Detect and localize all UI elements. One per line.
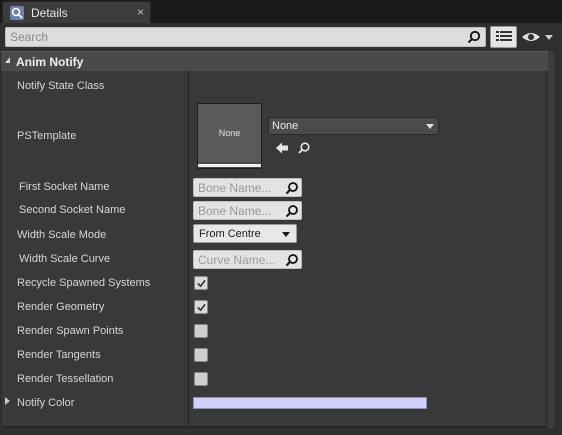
render-tangents-checkbox[interactable] xyxy=(194,348,208,362)
details-panel: Anim Notify Notify State Class PSTemplat… xyxy=(0,23,562,435)
details-tab-icon xyxy=(10,6,24,20)
render-tessellation-checkbox[interactable] xyxy=(194,372,208,386)
eye-icon[interactable] xyxy=(520,29,554,45)
search-icon[interactable] xyxy=(285,253,299,267)
column-divider[interactable] xyxy=(188,71,189,426)
collapse-arrow-icon[interactable] xyxy=(5,57,10,63)
second-socket-input[interactable] xyxy=(194,202,284,219)
second-socket-field[interactable] xyxy=(193,201,302,220)
checkmark-icon xyxy=(197,279,206,288)
search-icon[interactable] xyxy=(285,181,299,195)
search-icon[interactable] xyxy=(285,204,299,218)
category-title: Anim Notify xyxy=(16,55,84,69)
render-spawn-points-checkbox[interactable] xyxy=(194,324,208,338)
search-input[interactable] xyxy=(6,28,466,46)
first-socket-input[interactable] xyxy=(194,179,284,196)
search-icon[interactable] xyxy=(467,30,481,44)
tab-bar: Details × xyxy=(0,0,562,24)
list-view-icon xyxy=(496,31,512,41)
arrow-left-icon[interactable] xyxy=(275,141,289,155)
pstemplate-value: None xyxy=(272,120,299,132)
label-render-tangents: Render Tangents xyxy=(17,349,101,361)
label-pstemplate: PSTemplate xyxy=(17,130,77,142)
tab-details[interactable]: Details × xyxy=(2,1,151,23)
width-scale-mode-value: From Centre xyxy=(199,228,261,240)
label-width-scale-mode: Width Scale Mode xyxy=(17,229,107,241)
recycle-spawned-systems-checkbox[interactable] xyxy=(194,276,208,290)
bottom-border xyxy=(2,426,546,428)
label-render-geometry: Render Geometry xyxy=(17,301,105,313)
search-box[interactable] xyxy=(5,27,486,47)
width-scale-mode-combo[interactable]: From Centre xyxy=(193,224,297,243)
close-icon[interactable]: × xyxy=(137,5,144,19)
render-geometry-checkbox[interactable] xyxy=(194,300,208,314)
notify-color-swatch[interactable] xyxy=(193,397,427,409)
label-render-spawn-points: Render Spawn Points xyxy=(17,325,124,337)
label-render-tessellation: Render Tessellation xyxy=(17,373,114,385)
label-width-scale-curve: Width Scale Curve xyxy=(19,253,111,265)
category-header[interactable]: Anim Notify xyxy=(1,51,549,71)
scrollbar[interactable] xyxy=(548,51,554,428)
label-notify-state-class: Notify State Class xyxy=(17,80,105,92)
label-first-socket-name: First Socket Name xyxy=(19,181,110,193)
thumbnail-asset-bar xyxy=(198,164,261,167)
browse-search-icon[interactable] xyxy=(297,141,311,155)
chevron-down-icon xyxy=(282,232,290,237)
width-scale-curve-field[interactable] xyxy=(193,250,302,269)
pstemplate-thumbnail[interactable]: None xyxy=(197,103,262,169)
expand-arrow-icon[interactable] xyxy=(5,397,10,405)
label-second-socket-name: Second Socket Name xyxy=(19,204,126,216)
pstemplate-asset-combo[interactable]: None xyxy=(268,117,439,135)
tab-title: Details xyxy=(31,6,68,20)
thumbnail-label: None xyxy=(218,128,241,138)
thumbnail-preview: None xyxy=(198,104,261,162)
label-recycle-spawned-systems: Recycle Spawned Systems xyxy=(17,277,151,289)
view-options-button[interactable] xyxy=(490,26,517,48)
label-notify-color: Notify Color xyxy=(17,397,75,409)
chevron-down-icon xyxy=(426,124,434,129)
first-socket-field[interactable] xyxy=(193,178,302,197)
checkmark-icon xyxy=(197,303,206,312)
width-scale-curve-input[interactable] xyxy=(194,251,284,268)
